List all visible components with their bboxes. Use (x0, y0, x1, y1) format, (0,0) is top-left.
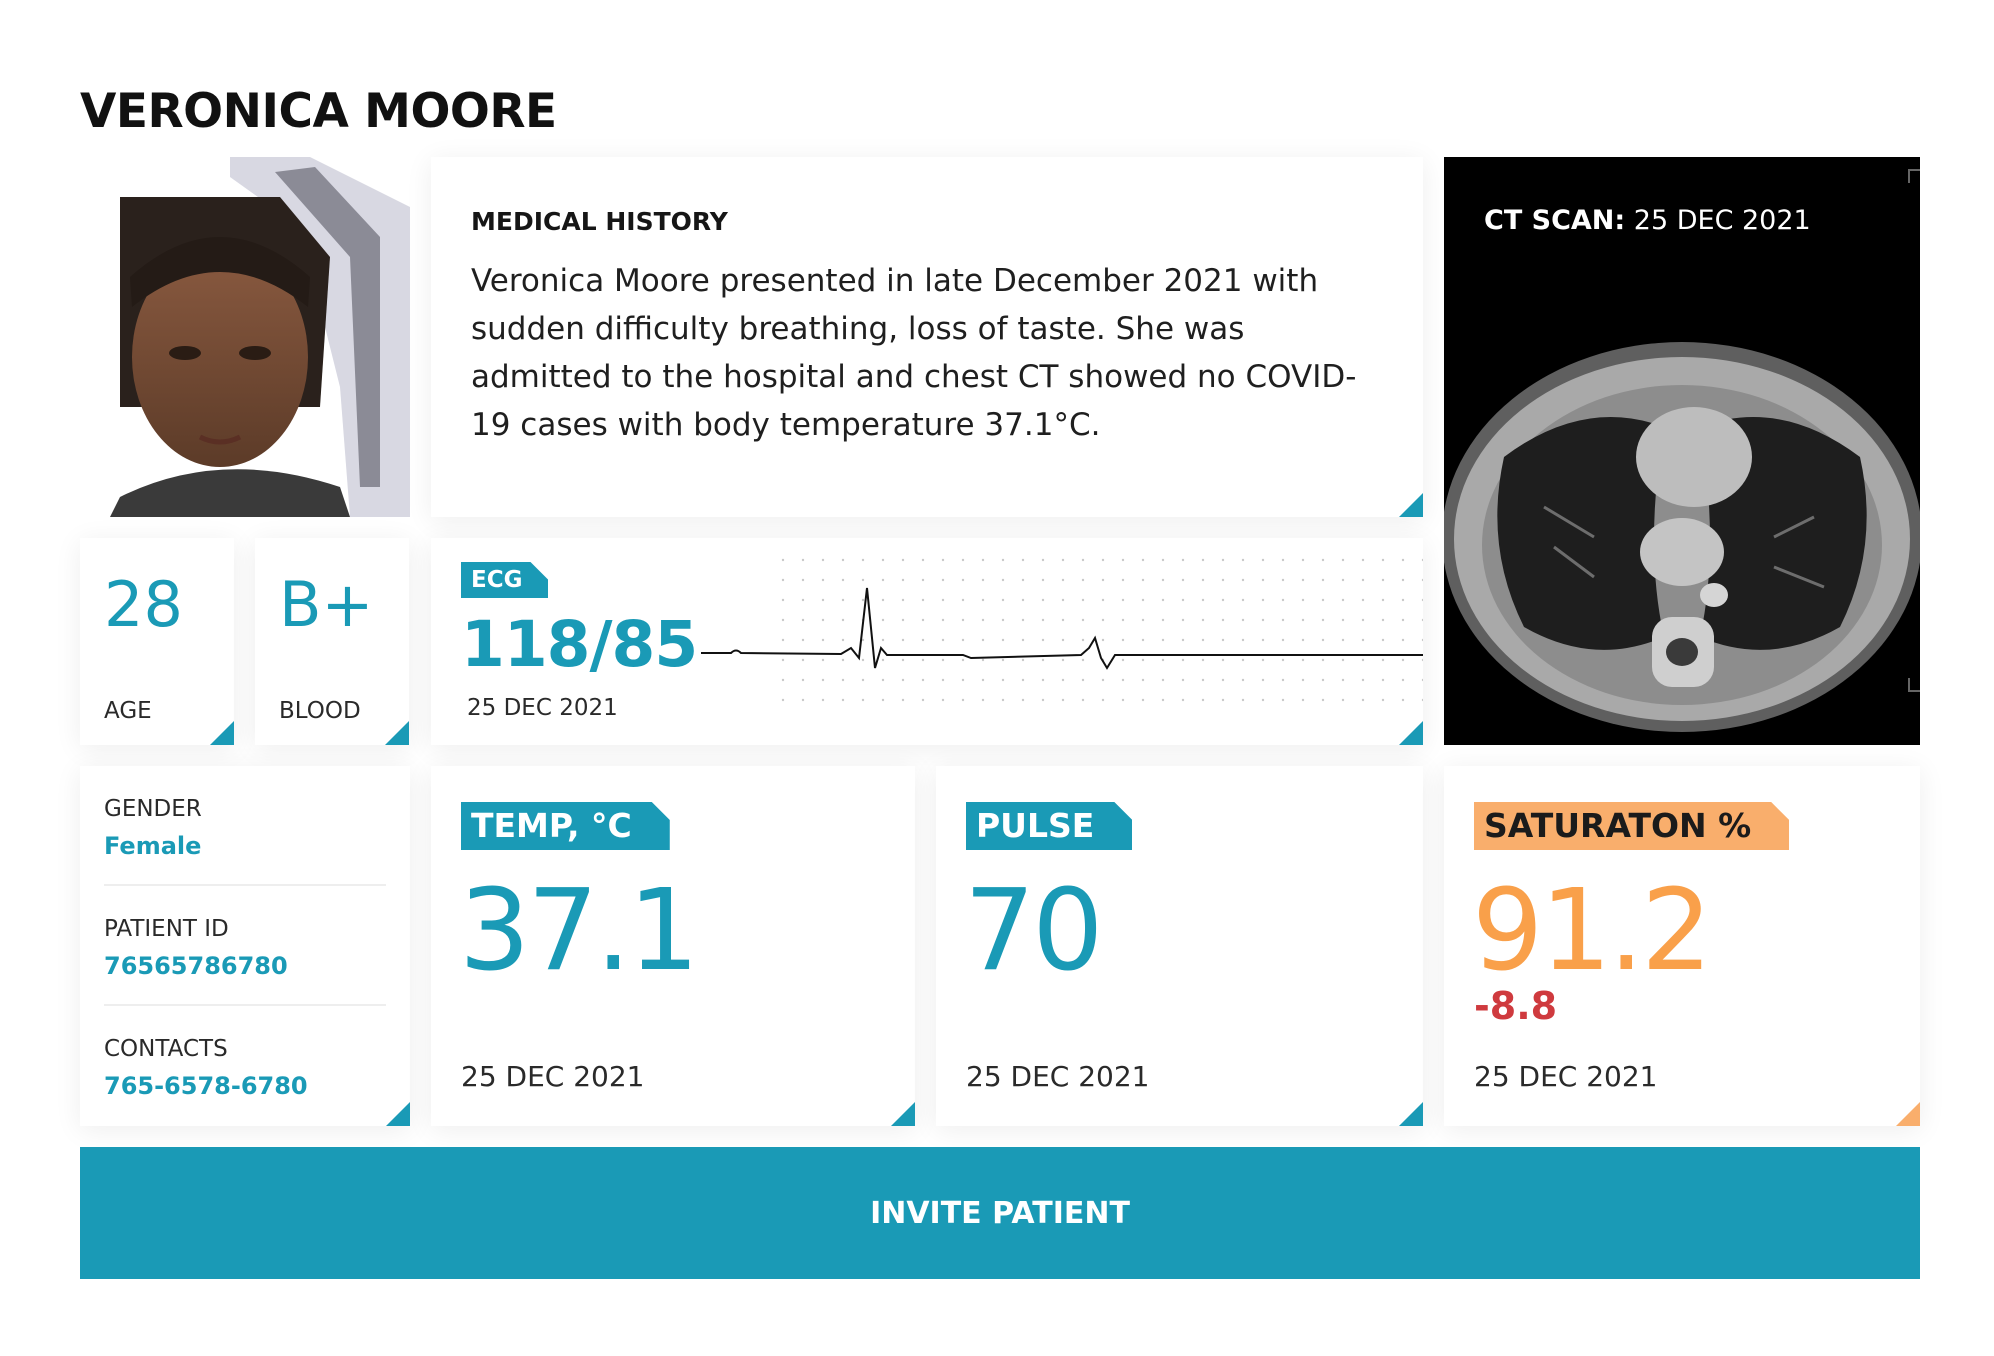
gender-field: GENDER Female (104, 796, 386, 860)
age-label: AGE (104, 698, 152, 724)
medical-history-card: MEDICAL HISTORY Veronica Moore presented… (431, 157, 1423, 517)
divider (104, 1004, 386, 1006)
patient-id-field: PATIENT ID 76565786780 (104, 916, 386, 980)
corner-triangle-icon (891, 1102, 915, 1126)
temperature-card: TEMP, °C 37.1 25 DEC 2021 (431, 766, 915, 1126)
age-card: 28 AGE (80, 538, 234, 745)
temperature-date: 25 DEC 2021 (461, 1060, 645, 1093)
corner-triangle-icon (1896, 1102, 1920, 1126)
medical-history-text: Veronica Moore presented in late Decembe… (471, 263, 1357, 443)
patient-portrait-image (110, 157, 410, 517)
invite-patient-button[interactable]: INVITE PATIENT (80, 1147, 1920, 1279)
corner-triangle-icon (386, 1102, 410, 1126)
saturation-card: SATURATON % 91.2 -8.8 25 DEC 2021 (1444, 766, 1920, 1126)
corner-triangle-icon (1399, 721, 1423, 745)
saturation-tag: SATURATON % (1474, 802, 1789, 850)
contacts-label: CONTACTS (104, 1036, 228, 1062)
ecg-card: ECG 118/85 25 DEC 2021 (431, 538, 1423, 745)
corner-triangle-icon (1399, 1102, 1423, 1126)
corner-triangle-icon (210, 721, 234, 745)
corner-triangle-icon (1399, 493, 1423, 517)
ct-scan-date: 25 DEC 2021 (1633, 205, 1811, 236)
saturation-value: 91.2 (1472, 866, 1712, 996)
patient-info-card: GENDER Female PATIENT ID 76565786780 CON… (80, 766, 410, 1126)
pulse-value: 70 (964, 866, 1104, 996)
patient-name: VERONICA MOORE (80, 84, 557, 139)
ct-scan-title: CT SCAN: (1484, 205, 1626, 236)
ct-scan-image (1444, 342, 1920, 732)
age-value: 28 (104, 568, 183, 641)
divider (104, 884, 386, 886)
saturation-delta: -8.8 (1474, 984, 1558, 1028)
gender-value: Female (104, 832, 202, 860)
ecg-waveform (701, 558, 1423, 718)
medical-history-label: MEDICAL HISTORY (471, 207, 728, 236)
pulse-card: PULSE 70 25 DEC 2021 (936, 766, 1423, 1126)
pulse-tag: PULSE (966, 802, 1132, 850)
ct-scan-label: CT SCAN: 25 DEC 2021 (1484, 205, 1811, 236)
contacts-field: CONTACTS 765-6578-6780 (104, 1036, 386, 1100)
saturation-date: 25 DEC 2021 (1474, 1060, 1658, 1093)
ecg-date: 25 DEC 2021 (467, 695, 618, 721)
gender-label: GENDER (104, 796, 202, 822)
blood-type-value: B+ (279, 568, 374, 641)
temperature-tag: TEMP, °C (461, 802, 670, 850)
blood-type-card: B+ BLOOD (255, 538, 409, 745)
scan-frame-marker (1908, 169, 1910, 183)
ct-scan-card[interactable]: CT SCAN: 25 DEC 2021 (1444, 157, 1920, 745)
pulse-date: 25 DEC 2021 (966, 1060, 1150, 1093)
contacts-value[interactable]: 765-6578-6780 (104, 1072, 386, 1100)
corner-triangle-icon (385, 721, 409, 745)
patient-id-label: PATIENT ID (104, 916, 229, 942)
ecg-tag: ECG (461, 562, 548, 598)
patient-id-value: 76565786780 (104, 952, 288, 980)
patient-avatar (80, 157, 410, 517)
blood-type-label: BLOOD (279, 698, 361, 724)
temperature-value: 37.1 (459, 866, 699, 996)
ecg-value: 118/85 (461, 608, 698, 681)
